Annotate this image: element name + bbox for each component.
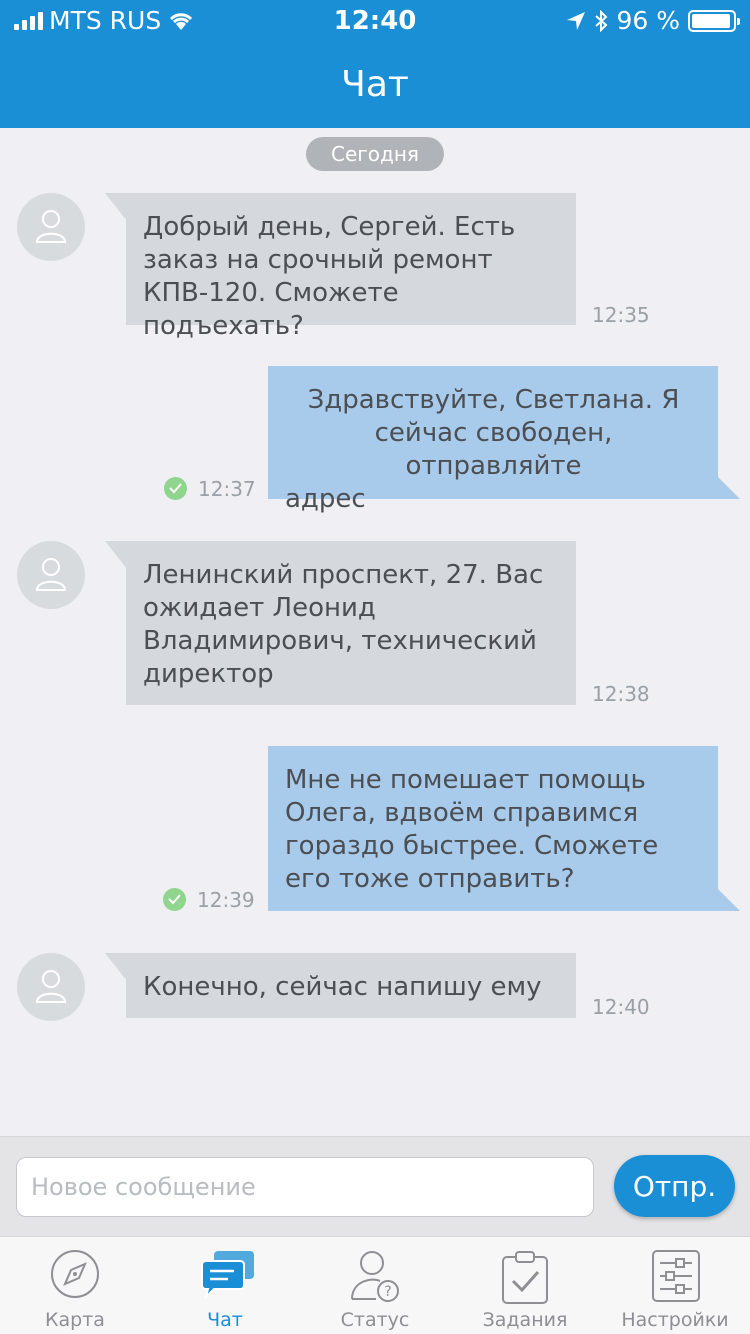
- clipboard-check-icon: [502, 1251, 548, 1304]
- avatar: [17, 953, 85, 1021]
- sliders-icon: [652, 1250, 700, 1302]
- tab-map[interactable]: Карта: [0, 1237, 150, 1334]
- date-divider: Сегодня: [306, 137, 444, 171]
- battery-icon: [688, 9, 740, 32]
- avatar: [17, 541, 85, 609]
- user-icon: [35, 210, 67, 243]
- bubble-tail: [105, 953, 127, 981]
- message-bubble-outgoing[interactable]: Мне не помешает помощь Олега, вдвоём спр…: [268, 746, 718, 911]
- bubble-tail: [105, 541, 127, 569]
- tab-label: Задания: [482, 1309, 568, 1331]
- send-button[interactable]: Отпр.: [614, 1155, 735, 1217]
- status-right: 96 %: [566, 6, 740, 35]
- tab-tasks[interactable]: Задания: [450, 1237, 600, 1334]
- battery-percent: 96 %: [616, 6, 680, 35]
- delivered-check-icon: [164, 477, 187, 500]
- message-line: директор: [143, 659, 274, 689]
- message-line: адрес: [285, 484, 366, 514]
- tab-settings[interactable]: Настройки: [600, 1237, 750, 1334]
- tab-bar: Карта Чат ? Статус Задания Настройки: [0, 1236, 750, 1334]
- message-line: КПВ-120. Сможете подъехать?: [143, 278, 399, 341]
- message-line: Олега, вдвоём справимся: [285, 798, 639, 828]
- message-line: Владимирович, технический: [143, 626, 537, 656]
- tab-status[interactable]: ? Статус: [300, 1237, 450, 1334]
- message-bubble-incoming[interactable]: Ленинский проспект, 27. Вас ожидает Леон…: [126, 541, 576, 705]
- page-title: Чат: [341, 64, 409, 105]
- message-input[interactable]: [16, 1157, 594, 1217]
- message-time: 12:37: [198, 477, 256, 501]
- message-line: Мне не помешает помощь: [285, 765, 646, 795]
- bluetooth-icon: [595, 9, 608, 32]
- bubble-tail: [718, 889, 740, 911]
- message-time: 12:38: [592, 682, 650, 706]
- message-line: Добрый день, Сергей. Есть: [143, 212, 516, 242]
- user-icon: [35, 970, 67, 1003]
- message-line: Конечно, сейчас напишу ему: [143, 972, 542, 1002]
- compass-icon: [51, 1250, 99, 1298]
- message-line: Здравствуйте, Светлана. Я: [307, 385, 680, 415]
- tab-label: Статус: [340, 1309, 410, 1331]
- message-time: 12:35: [592, 303, 650, 327]
- delivered-check-icon: [163, 888, 186, 911]
- location-arrow-icon: [567, 11, 586, 30]
- bubble-tail: [718, 477, 740, 499]
- message-line: его тоже отправить?: [285, 864, 575, 894]
- top-bar: MTS RUS 12:40 96 % Чат: [0, 0, 750, 128]
- message-time: 12:40: [592, 995, 650, 1019]
- tab-chat[interactable]: Чат: [150, 1237, 300, 1334]
- user-icon: [35, 558, 67, 591]
- user-question-icon: ?: [351, 1251, 399, 1302]
- avatar: [17, 193, 85, 261]
- message-bubble-incoming[interactable]: Конечно, сейчас напишу ему: [126, 953, 576, 1018]
- message-line: сейчас свободен, отправляйте: [374, 418, 613, 481]
- message-line: ожидает Леонид: [143, 593, 376, 623]
- message-composer: Отпр.: [0, 1136, 750, 1236]
- status-bar: MTS RUS 12:40 96 %: [0, 0, 750, 40]
- message-line: гораздо быстрее. Сможете: [285, 831, 659, 861]
- tab-label: Чат: [207, 1309, 243, 1331]
- bubble-tail: [105, 193, 127, 221]
- message-bubble-outgoing[interactable]: Здравствуйте, Светлана. Я сейчас свободе…: [268, 366, 718, 514]
- tab-label: Настройки: [621, 1309, 729, 1331]
- svg-text:?: ?: [384, 1284, 391, 1300]
- message-line: заказ на срочный ремонт: [143, 245, 493, 275]
- message-time: 12:39: [197, 888, 255, 912]
- message-bubble-incoming[interactable]: Добрый день, Сергей. Есть заказ на срочн…: [126, 193, 576, 341]
- tab-label: Карта: [45, 1309, 105, 1331]
- message-line: Ленинский проспект, 27. Вас: [143, 560, 544, 590]
- chat-icon: [201, 1251, 254, 1301]
